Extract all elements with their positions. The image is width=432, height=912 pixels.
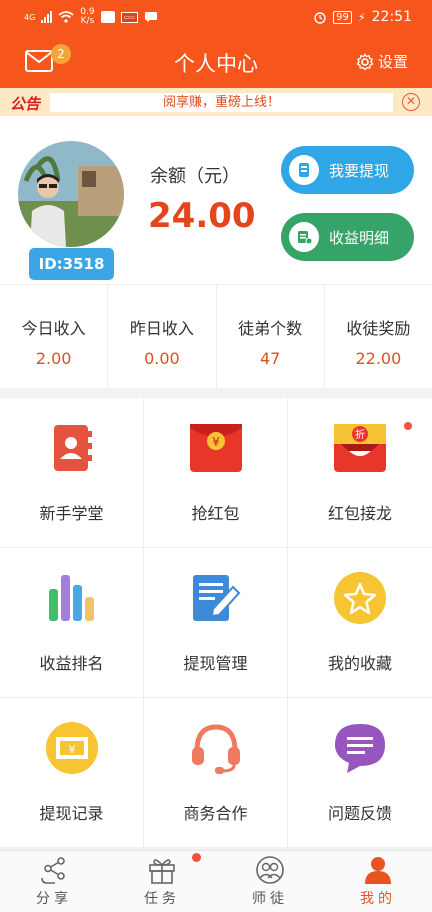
stat-value: 47 [259,349,281,368]
signal-icon [41,11,53,23]
tab-mine[interactable]: 我的 [324,851,432,912]
menu-item-label: 提现管理 [183,654,248,673]
settings-label: 设置 [377,53,408,71]
menu-item-red-envelope-chain[interactable]: 折 红包接龙 [288,398,432,548]
withdraw-button[interactable]: 我要提现 [281,146,414,194]
balance-label: 余额（元） [150,166,240,187]
gear-icon [356,52,374,70]
chat-bubble-icon [335,724,385,773]
message-icon [144,12,157,22]
tab-label: 我的 [360,891,396,907]
announcement-bar: 公告 阅享赚，重磅上线！ ✕ [0,88,432,116]
tab-label: 任务 [144,891,180,907]
announcement-text[interactable]: 阅享赚，重磅上线！ [50,93,393,112]
menu-item-label: 收益排名 [39,654,104,673]
app-notification-badge-icon: ▭▭ [120,11,138,23]
clock: 22:51 [371,9,412,25]
stat-value: 22.00 [355,349,402,368]
profile-card: ID:3518 余额（元） 24.00 我要提现 收益明细 [0,116,432,284]
menu-item-income-ranking[interactable]: 收益排名 [0,548,144,698]
stat-value: 2.00 [35,349,72,368]
stat-label: 今日收入 [21,319,86,338]
tab-tasks[interactable]: 任务 [108,851,216,912]
menu-item-label: 商务合作 [183,804,248,823]
wifi-icon [58,11,74,23]
new-badge-dot [404,422,412,430]
income-stats: 今日收入 2.00 昨日收入 0.00 徒弟个数 47 收徒奖励 22.00 [0,284,432,388]
app-notification-icon [100,11,115,23]
bar-ranking-icon [49,575,94,621]
menu-item-business-cooperation[interactable]: 商务合作 [144,698,288,848]
tab-share[interactable]: 分享 [0,851,108,912]
announcement-label: 公告 [10,95,41,113]
headset-icon [192,724,240,774]
network-speed: 0.9 K/s [80,7,95,26]
gift-icon [149,859,175,884]
bottom-tab-bar: 分享 任务 师徒 我的 [0,850,432,912]
red-envelope-icon: ¥ [190,424,242,472]
charging-icon: ⚡ [357,10,366,24]
menu-item-label: 问题反馈 [327,804,392,823]
stat-yesterday-income[interactable]: 昨日收入 0.00 [108,285,217,388]
status-bar: 4G 0.9 K/s ▭▭ 99 ⚡ 22:51 [0,0,432,36]
balance-value: 24.00 [148,196,256,236]
income-detail-button[interactable]: 收益明细 [281,213,414,261]
menu-item-grab-red-envelope[interactable]: ¥ 抢红包 [144,398,288,548]
stat-recruit-reward[interactable]: 收徒奖励 22.00 [325,285,432,388]
battery-indicator: 99 [333,10,352,24]
star-favorite-icon [334,572,386,624]
contacts-book-icon [54,425,92,471]
menu-item-label: 我的收藏 [327,654,392,673]
avatar[interactable] [18,141,124,247]
discount-envelope-icon: 折 [334,424,386,472]
stat-label: 徒弟个数 [238,319,303,338]
tab-label: 师徒 [252,891,288,907]
document-edit-icon [193,575,241,621]
close-icon[interactable]: ✕ [402,93,420,111]
withdraw-icon [289,155,319,185]
tab-notification-dot [192,853,201,862]
menu-item-my-favorites[interactable]: 我的收藏 [288,548,432,698]
menu-item-label: 红包接龙 [327,504,392,523]
network-type: 4G [24,12,36,22]
income-detail-icon [289,222,319,252]
menu-item-label: 新手学堂 [39,504,104,523]
menu-item-withdraw-management[interactable]: 提现管理 [144,548,288,698]
stat-label: 收徒奖励 [346,319,411,338]
tab-mentor[interactable]: 师徒 [216,851,324,912]
stat-today-income[interactable]: 今日收入 2.00 [0,285,109,388]
share-icon [41,857,65,884]
menu-item-label: 抢红包 [191,504,240,523]
stat-label: 昨日收入 [129,319,194,338]
menu-item-beginner-school[interactable]: 新手学堂 [0,398,144,548]
feature-grid: 新手学堂 ¥ 抢红包 折 红包接龙 收益排名 提现管理 我的收藏 ¥ 提现记录 … [0,398,432,848]
tab-label: 分享 [36,891,72,907]
menu-item-feedback[interactable]: 问题反馈 [288,698,432,848]
income-detail-label: 收益明细 [329,228,390,247]
svg-text:¥: ¥ [212,435,220,449]
settings-button[interactable]: 设置 [356,51,408,72]
alarm-icon [314,12,326,24]
app-header: 2 个人中心 设置 [0,36,432,88]
menu-item-label: 提现记录 [39,804,104,823]
withdraw-label: 我要提现 [329,161,390,180]
stat-value: 0.00 [144,349,180,368]
person-icon [365,857,391,884]
bill-record-icon: ¥ [46,722,98,774]
people-icon [256,856,284,884]
stat-apprentice-count[interactable]: 徒弟个数 47 [217,285,325,388]
svg-text:¥: ¥ [69,743,76,756]
menu-item-withdraw-records[interactable]: ¥ 提现记录 [0,698,144,848]
user-id-badge: ID:3518 [29,248,114,280]
svg-text:折: 折 [355,428,365,441]
